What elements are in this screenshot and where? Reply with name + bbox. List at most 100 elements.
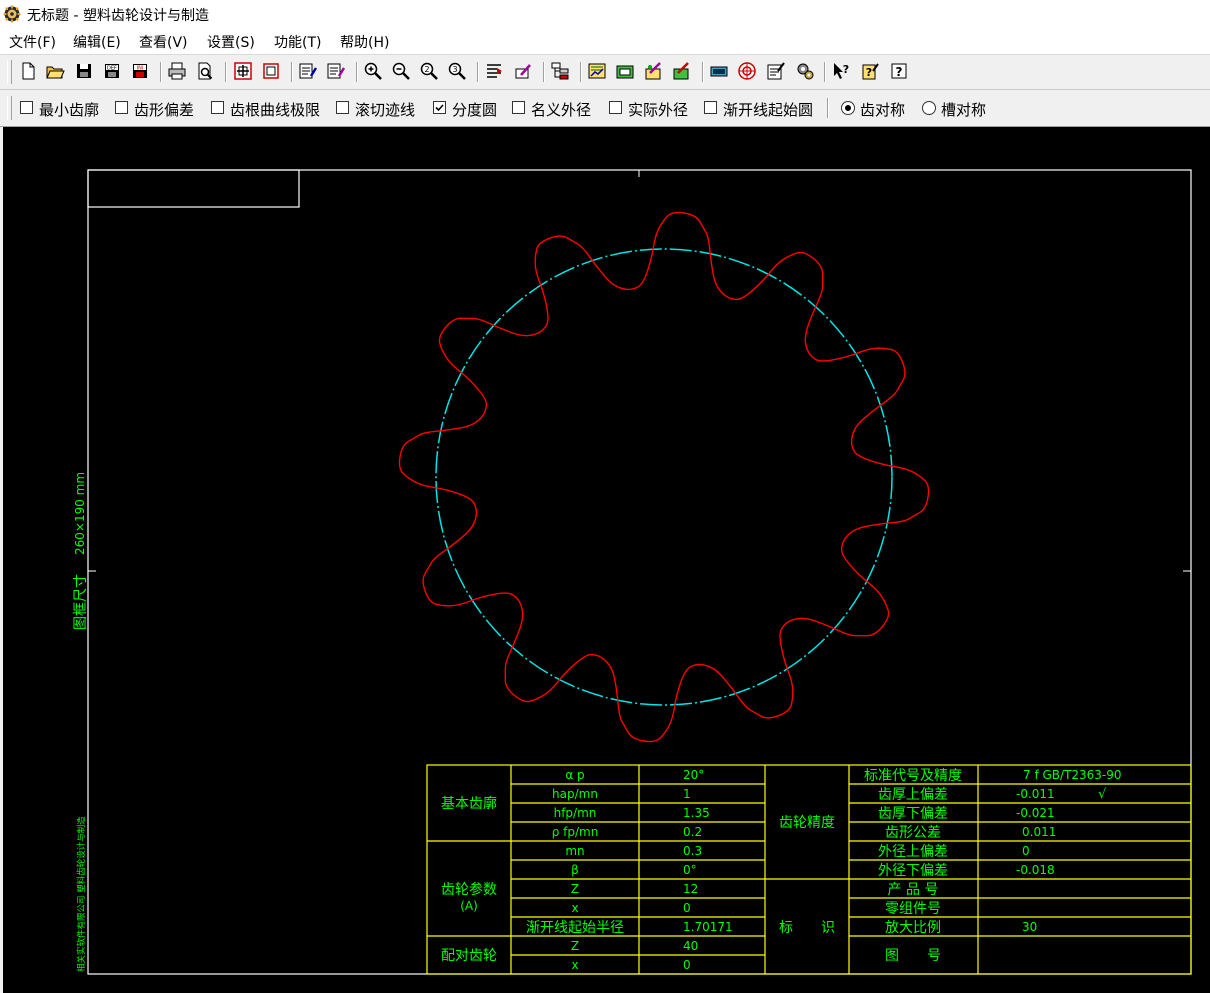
precision-value: 0 xyxy=(1022,844,1030,858)
id-label: 产 品 号 xyxy=(888,882,939,898)
edit-gear-2-icon[interactable] xyxy=(326,61,346,81)
window-title: 无标题 - 塑料齿轮设计与制造 xyxy=(27,8,209,24)
toolbar-separator xyxy=(580,62,582,82)
precision-values: 7 f GB/T2363-90 -0.011 √ -0.021 0.011 0 … xyxy=(1016,768,1122,934)
menu-function[interactable]: 功能(T) xyxy=(274,32,321,52)
svg-text:INI: INI xyxy=(137,66,144,72)
id-label: 零组件号 xyxy=(885,901,941,917)
group-gear-params: 齿轮参数 xyxy=(441,881,497,898)
svg-text:?: ? xyxy=(896,65,903,79)
drawing-canvas[interactable]: 图框尺寸 260×190 mm 相关实软件有限公司 塑料齿轮设计与制造 基本齿廓… xyxy=(3,127,1210,993)
help-pointer-icon[interactable]: ? xyxy=(831,61,851,81)
save-disk-icon[interactable] xyxy=(74,61,94,81)
checkbox[interactable] xyxy=(211,101,224,114)
id-label: 放大比例 xyxy=(885,920,941,936)
menu-settings[interactable]: 设置(S) xyxy=(207,32,255,52)
pen-edit-icon[interactable] xyxy=(513,61,533,81)
zoom-out-icon[interactable] xyxy=(391,61,411,81)
group-gear-precision: 齿轮精度 xyxy=(779,815,835,831)
save-def-icon[interactable]: DEF xyxy=(102,61,122,81)
precision-cells: 标准代号及精度 齿厚上偏差 齿厚下偏差 齿形公差 外径上偏差 外径下偏差 产 品… xyxy=(864,768,962,936)
checkbox[interactable] xyxy=(20,101,33,114)
menu-edit[interactable]: 编辑(E) xyxy=(73,32,121,52)
group-identification: 标 识 xyxy=(779,920,835,936)
zoom-in-icon[interactable] xyxy=(363,61,383,81)
option-label: 最小齿廓 xyxy=(39,101,100,119)
print-preview-icon[interactable] xyxy=(195,61,215,81)
tree-view-icon[interactable] xyxy=(550,61,570,81)
zoom-2-icon[interactable]: 2 xyxy=(419,61,439,81)
checkbox-checked[interactable] xyxy=(433,101,446,114)
basic-symbol: hap/mn xyxy=(552,787,598,801)
param-value: 0 xyxy=(683,901,691,915)
precision-value: -0.018 xyxy=(1016,863,1055,877)
checkbox[interactable] xyxy=(336,101,349,114)
table-cells: α p 20° hap/mn 1 hfp/mn 1.35 ρ fp/mn 0.2… xyxy=(526,768,733,972)
menu-file[interactable]: 文件(F) xyxy=(9,32,56,52)
option-label: 滚切迹线 xyxy=(355,101,416,119)
basic-symbol: α p xyxy=(565,768,584,782)
svg-text:?: ? xyxy=(843,63,849,76)
toolbar-separator xyxy=(543,62,545,82)
checkbox[interactable] xyxy=(512,101,525,114)
checkbox[interactable] xyxy=(704,101,717,114)
frame-size-label: 图框尺寸 xyxy=(73,574,89,630)
checkbox[interactable] xyxy=(115,101,128,114)
main-toolbar: DEF INI 2 3 ? ? ? xyxy=(0,55,1210,90)
gear-circle-icon[interactable] xyxy=(737,61,757,81)
option-label: 分度圆 xyxy=(452,101,498,119)
group-basic-profile: 基本齿廓 xyxy=(441,795,497,812)
basic-symbol: ρ fp/mn xyxy=(552,825,599,839)
chart-1-icon[interactable] xyxy=(587,61,607,81)
toolbar-grip[interactable] xyxy=(7,60,12,84)
notes-icon[interactable] xyxy=(766,61,786,81)
option-label: 渐开线起始圆 xyxy=(723,101,814,119)
precision-label: 齿厚上偏差 xyxy=(878,787,948,803)
param-value: 0.3 xyxy=(683,844,702,858)
menu-view[interactable]: 查看(V) xyxy=(139,32,188,52)
param-value: 1.70171 xyxy=(683,920,733,934)
calculator-icon[interactable] xyxy=(709,61,729,81)
option-label: 实际外径 xyxy=(628,101,689,119)
precision-value: 7 f GB/T2363-90 xyxy=(1023,768,1122,782)
print-icon[interactable] xyxy=(167,61,187,81)
chart-4-icon[interactable] xyxy=(672,61,692,81)
param-symbol: β xyxy=(571,863,579,877)
radio-selected[interactable] xyxy=(841,101,855,115)
chart-2-icon[interactable] xyxy=(615,61,635,81)
basic-value: 20° xyxy=(683,768,704,782)
svg-text:2: 2 xyxy=(424,65,429,74)
new-file-icon[interactable] xyxy=(18,61,38,81)
basic-value: 1.35 xyxy=(683,806,710,820)
precision-value: -0.021 xyxy=(1016,806,1055,820)
menu-help[interactable]: 帮助(H) xyxy=(340,32,389,52)
menu-bar: 文件(F) 编辑(E) 查看(V) 设置(S) 功能(T) 帮助(H) xyxy=(0,28,1210,55)
checkbox[interactable] xyxy=(609,101,622,114)
help-question-icon[interactable]: ? xyxy=(889,61,909,81)
gear-drawing[interactable]: 图框尺寸 260×190 mm 相关实软件有限公司 塑料齿轮设计与制造 基本齿廓… xyxy=(3,127,1210,993)
toolbar-grip[interactable] xyxy=(7,96,12,120)
open-folder-icon[interactable] xyxy=(45,61,65,81)
toolbar-separator xyxy=(702,62,704,82)
edit-gear-icon[interactable] xyxy=(298,61,318,81)
precision-value: -0.011 xyxy=(1016,787,1055,801)
svg-text:?: ? xyxy=(866,66,872,79)
toolbar-separator xyxy=(291,62,293,82)
text-align-icon[interactable] xyxy=(484,61,504,81)
option-label: 名义外径 xyxy=(531,101,592,119)
mating-symbol: x xyxy=(571,958,578,972)
chart-3-icon[interactable] xyxy=(644,61,664,81)
radio[interactable] xyxy=(922,101,936,115)
help-notes-icon[interactable]: ? xyxy=(860,61,880,81)
precision-label: 外径下偏差 xyxy=(878,863,948,879)
group-mating-gear: 配对齿轮 xyxy=(441,948,497,964)
precision-label: 齿厚下偏差 xyxy=(878,806,948,822)
frame-fit-icon[interactable] xyxy=(233,61,253,81)
gears-icon[interactable] xyxy=(795,61,815,81)
param-symbol: Z xyxy=(571,882,579,896)
save-ini-icon[interactable]: INI xyxy=(130,61,150,81)
frame-rect-icon[interactable] xyxy=(261,61,281,81)
zoom-3-icon[interactable]: 3 xyxy=(447,61,467,81)
title-corner-box xyxy=(87,169,300,208)
gear-app-icon[interactable] xyxy=(3,5,21,23)
